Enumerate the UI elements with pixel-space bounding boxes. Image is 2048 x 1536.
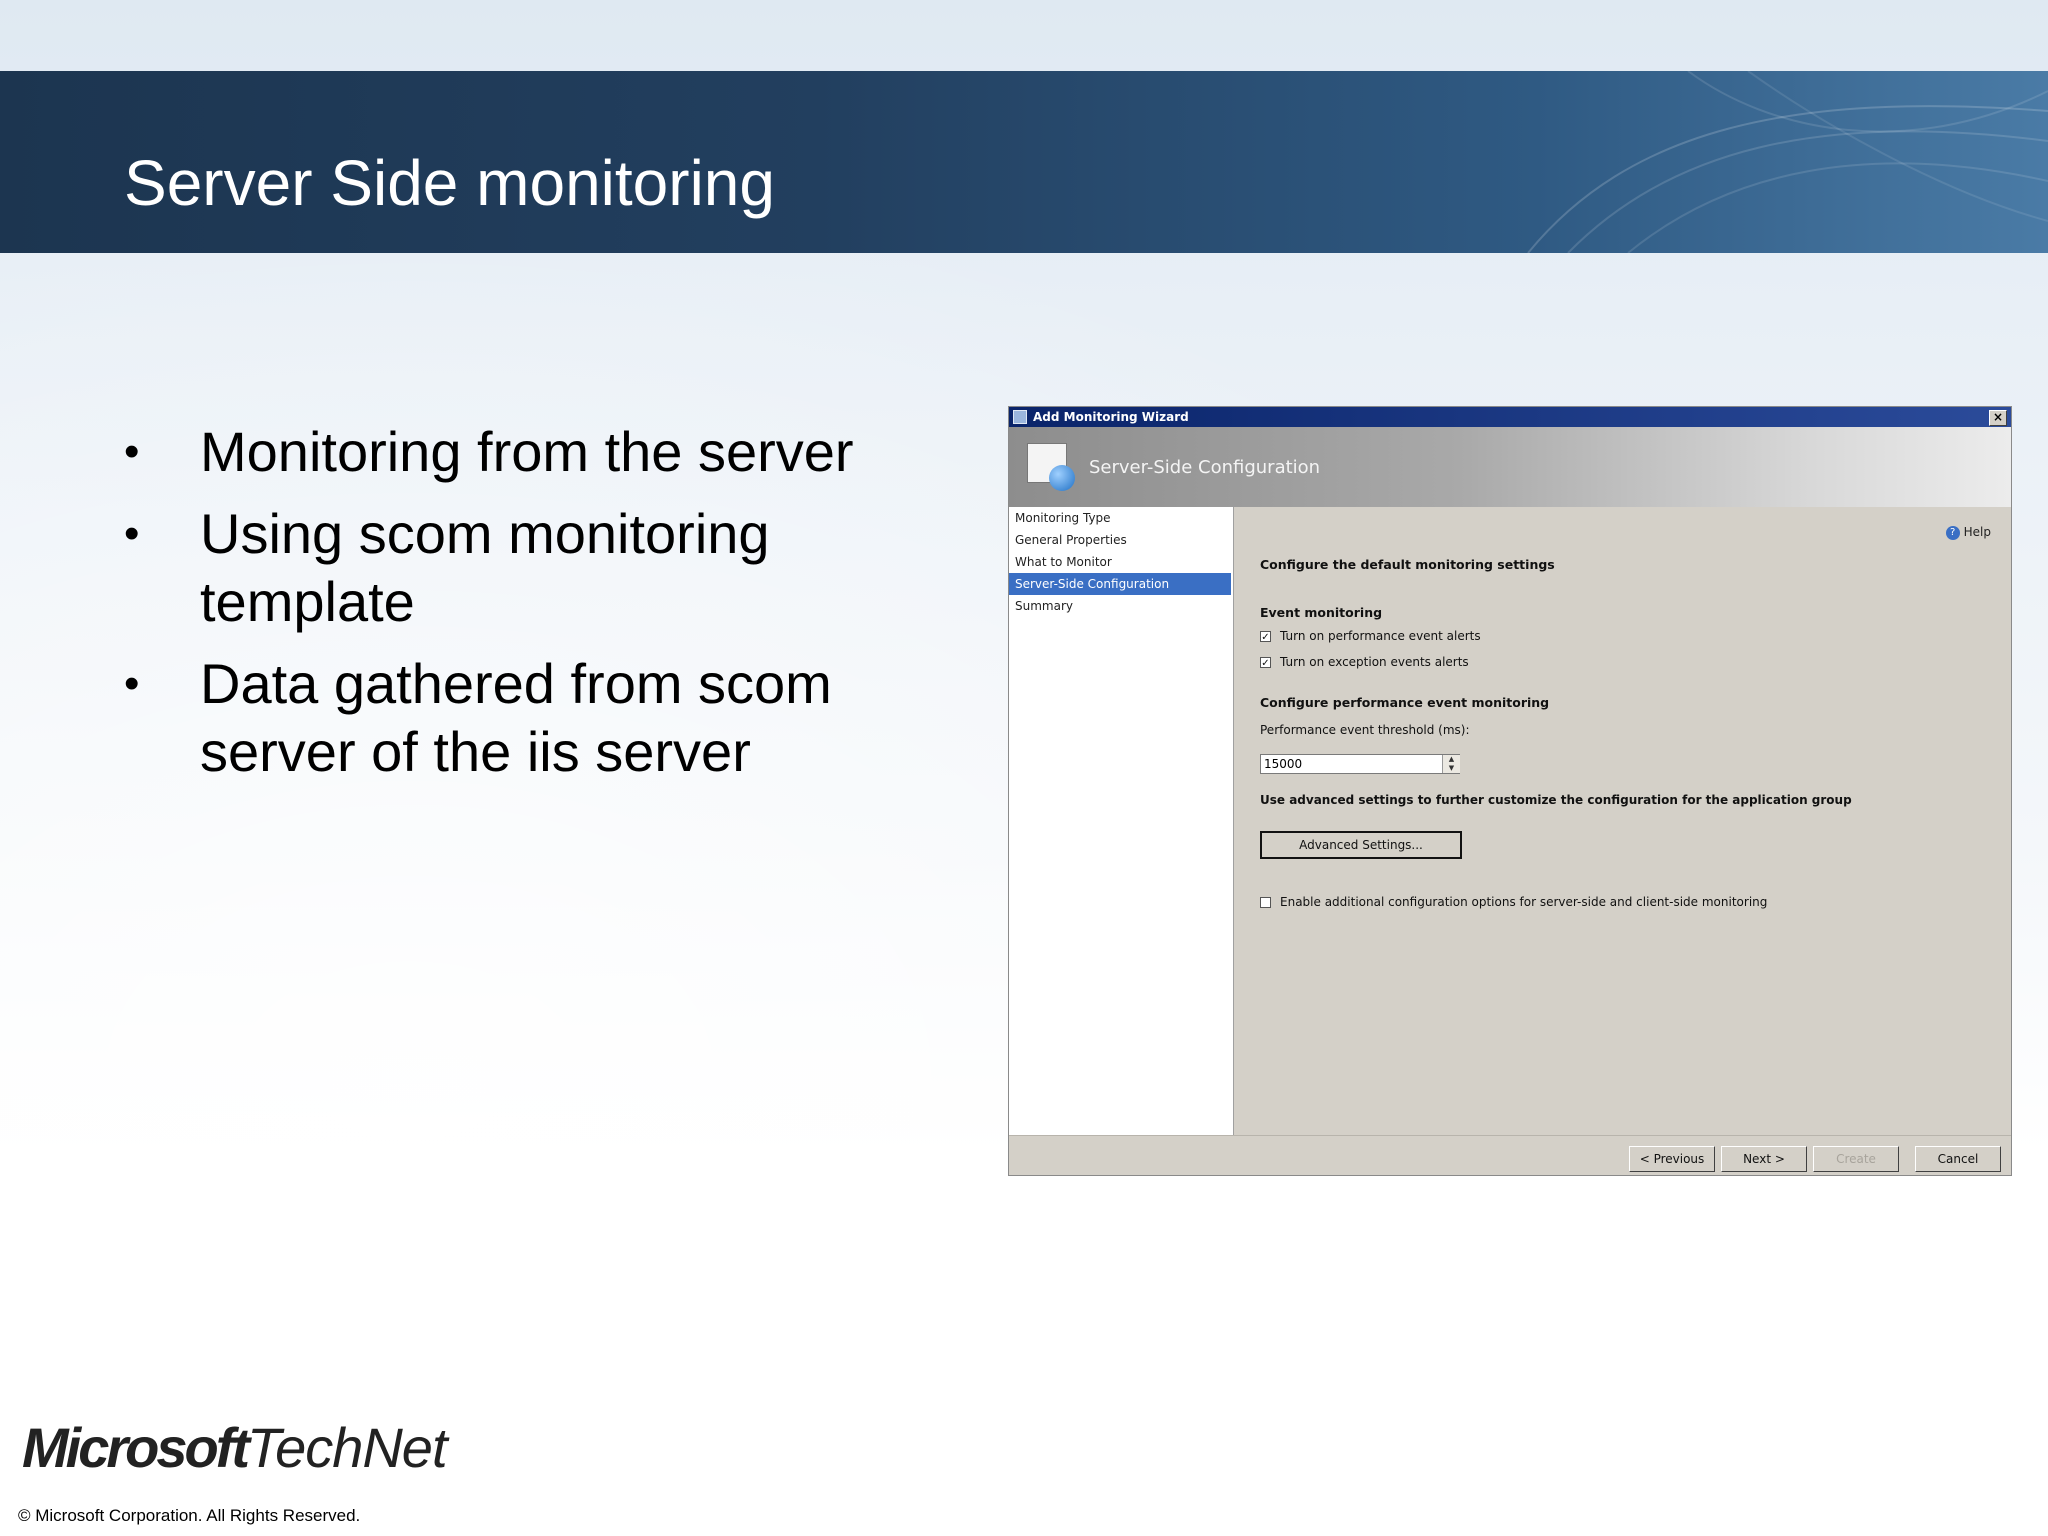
wizard-content: ? Help Configure the default monitoring s… [1234,507,2011,1135]
wizard-page-title: Server-Side Configuration [1089,457,1321,478]
previous-button[interactable]: < Previous [1629,1146,1715,1172]
event-monitoring-heading: Event monitoring [1260,605,1383,620]
advanced-settings-button[interactable]: Advanced Settings... [1260,831,1462,859]
bullet-item: • Using scom monitoring template [124,500,884,636]
create-button[interactable]: Create [1813,1146,1899,1172]
advanced-settings-heading: Use advanced settings to further customi… [1260,793,1852,807]
performance-alerts-checkbox-row[interactable]: ✓ Turn on performance event alerts [1260,629,1481,643]
bullet-item: • Data gathered from scom server of the i… [124,650,884,786]
additional-options-label: Enable additional configuration options … [1280,895,1768,909]
bullet-dot: • [124,659,140,708]
help-link[interactable]: ? Help [1945,525,1991,540]
nav-step-summary[interactable]: Summary [1009,595,1231,617]
wizard-window-icon [1013,410,1027,424]
title-band-swoosh [1527,71,2048,253]
performance-alerts-checkbox[interactable]: ✓ [1260,631,1271,643]
threshold-spinner[interactable]: ▲ ▼ [1442,755,1460,773]
globe-icon [1049,465,1075,491]
wizard-step-nav: Monitoring Type General Properties What … [1009,507,1234,1135]
exception-alerts-checkbox-row[interactable]: ✓ Turn on exception events alerts [1260,655,1469,669]
performance-alerts-label: Turn on performance event alerts [1280,629,1481,643]
logo-microsoft-text: Microsoft [22,1416,250,1479]
spinner-up-icon[interactable]: ▲ [1443,755,1460,764]
logo-technet-text: TechNet [247,1416,447,1479]
bullet-dot: • [124,427,140,476]
spinner-down-icon[interactable]: ▼ [1443,764,1460,773]
nav-step-what-to-monitor[interactable]: What to Monitor [1009,551,1231,573]
nav-step-monitoring-type[interactable]: Monitoring Type [1009,507,1231,529]
threshold-label: Performance event threshold (ms): [1260,723,1470,737]
next-button[interactable]: Next > [1721,1146,1807,1172]
additional-options-checkbox-row[interactable]: Enable additional configuration options … [1260,895,1767,909]
nav-step-server-side-configuration[interactable]: Server-Side Configuration [1009,573,1231,595]
copyright-notice: © Microsoft Corporation. All Rights Rese… [18,1506,361,1525]
exception-alerts-checkbox[interactable]: ✓ [1260,657,1271,669]
cancel-button[interactable]: Cancel [1915,1146,2001,1172]
wizard-header: Server-Side Configuration [1009,427,2011,507]
wizard-titlebar: Add Monitoring Wizard × [1009,407,2011,427]
help-icon: ? [1945,525,1960,540]
threshold-input[interactable]: 15000 [1260,754,1460,774]
bullet-text: Data gathered from scom server of the ii… [200,652,832,783]
bullet-text: Using scom monitoring template [200,502,770,633]
help-label: Help [1963,525,1991,539]
exception-alerts-label: Turn on exception events alerts [1280,655,1469,669]
bullet-text: Monitoring from the server [200,420,854,483]
default-settings-heading: Configure the default monitoring setting… [1260,557,1555,572]
bullet-list: • Monitoring from the server • Using scom … [124,418,884,800]
slide-title: Server Side monitoring [124,147,775,219]
monitoring-wizard-screenshot: Add Monitoring Wizard × Server-Side Conf… [1008,406,2012,1176]
title-band: Server Side monitoring [0,71,2048,253]
nav-step-general-properties[interactable]: General Properties [1009,529,1231,551]
bullet-item: • Monitoring from the server [124,418,884,486]
perf-monitoring-heading: Configure performance event monitoring [1260,695,1550,710]
additional-options-checkbox[interactable] [1260,897,1271,908]
wizard-window-title: Add Monitoring Wizard [1033,410,1189,424]
bullet-dot: • [124,509,140,558]
close-icon[interactable]: × [1989,410,2007,426]
microsoft-technet-logo: MicrosoftTechNet [22,1420,447,1476]
wizard-footer: < Previous Next > Create Cancel [1009,1135,2011,1175]
